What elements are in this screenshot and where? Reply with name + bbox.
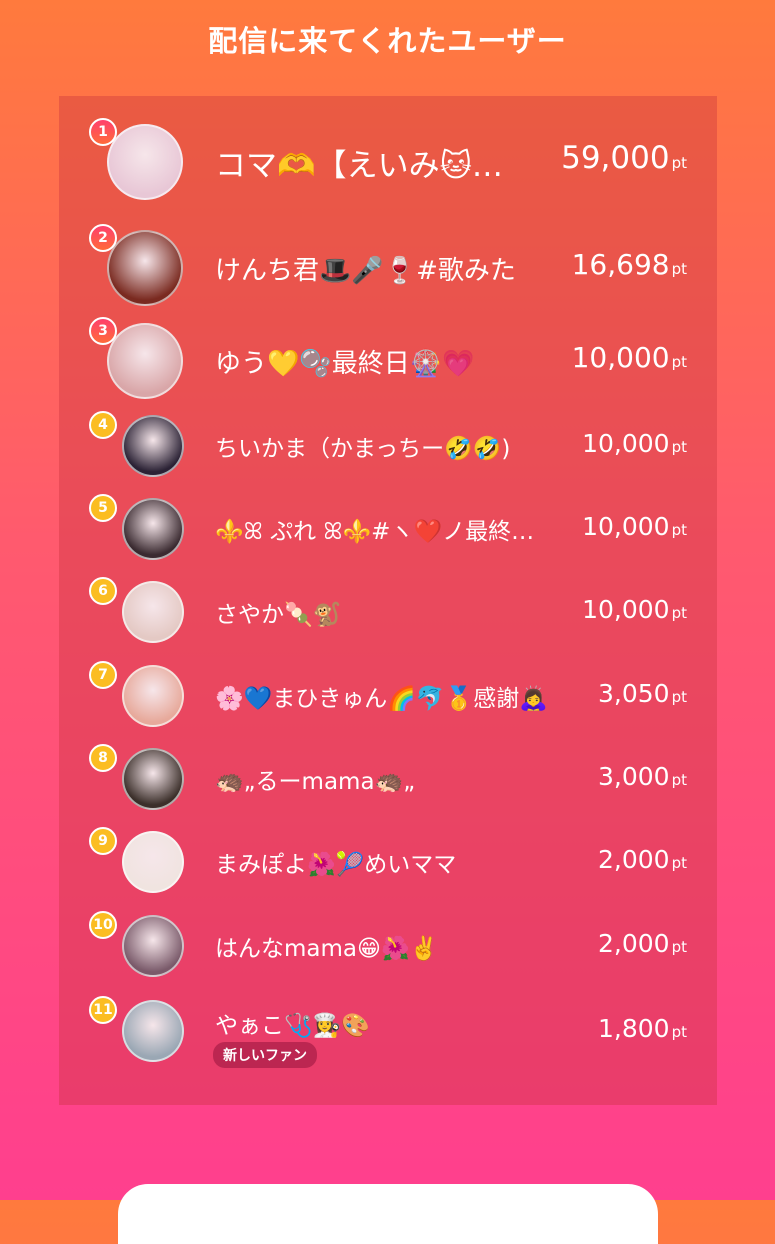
points-unit: pt <box>671 154 687 172</box>
new-fan-badge: 新しいファン <box>213 1042 317 1068</box>
rank-badge: 1 <box>89 118 117 146</box>
points-unit: pt <box>671 1023 687 1041</box>
points-value: 1,800 pt <box>598 1014 687 1043</box>
points-value: 3,000 pt <box>598 762 687 791</box>
user-avatar[interactable] <box>122 748 184 810</box>
user-avatar[interactable] <box>122 831 184 893</box>
points-value: 16,698 pt <box>572 248 687 281</box>
user-avatar[interactable] <box>122 915 184 977</box>
user-name: けんち君🎩🎤🍷#歌みた <box>215 256 516 286</box>
user-ranking-list: 1 コマ🫶【えいみ🐱… 59,000 pt 2 けんち君🎩🎤🍷#歌みた 16,698 pt 3 ゆ… <box>59 96 717 1105</box>
points-value: 59,000 pt <box>561 140 687 176</box>
user-name: はんなmama😁🌺✌️ <box>215 936 439 962</box>
points-unit: pt <box>671 771 687 789</box>
user-name: さやか🍡🐒 <box>215 602 342 628</box>
user-name: まみぽよ🌺🎾めいママ <box>215 852 457 878</box>
user-row[interactable]: 5 ⚜️ꕤ ぷれ ꕤ⚜️#ヽ❤️ノ最終日🤍 10,000 pt <box>59 494 717 564</box>
user-row[interactable]: 7 🌸💙まひきゅん🌈🐬🥇感謝🙇‍♀️ 3,050 pt <box>59 661 717 731</box>
user-avatar[interactable] <box>122 1000 184 1062</box>
user-row[interactable]: 8 🦔„るーmama🦔„ 3,000 pt <box>59 744 717 814</box>
points-unit: pt <box>671 438 687 456</box>
points-number: 10,000 <box>582 595 670 624</box>
points-unit: pt <box>671 260 687 278</box>
points-unit: pt <box>671 604 687 622</box>
user-row[interactable]: 6 さやか🍡🐒 10,000 pt <box>59 577 717 647</box>
rank-badge: 7 <box>89 661 117 689</box>
rank-badge: 2 <box>89 224 117 252</box>
points-value: 2,000 pt <box>598 845 687 874</box>
user-name: ⚜️ꕤ ぷれ ꕤ⚜️#ヽ❤️ノ最終日🤍 <box>215 519 555 545</box>
rank-badge: 4 <box>89 411 117 439</box>
points-unit: pt <box>671 353 687 371</box>
points-unit: pt <box>671 521 687 539</box>
points-value: 10,000 pt <box>582 512 687 541</box>
rank-badge: 6 <box>89 577 117 605</box>
points-number: 3,050 <box>598 679 670 708</box>
points-number: 1,800 <box>598 1014 670 1043</box>
user-row[interactable]: 3 ゆう💛🫧最終日🎡💗 10,000 pt <box>59 317 717 405</box>
page-title: 配信に来てくれたユーザー <box>208 24 567 58</box>
user-row[interactable]: 1 コマ🫶【えいみ🐱… 59,000 pt <box>59 118 717 206</box>
points-number: 10,000 <box>582 512 670 541</box>
points-value: 10,000 pt <box>572 341 687 374</box>
user-avatar[interactable] <box>107 230 183 306</box>
points-number: 3,000 <box>598 762 670 791</box>
user-name: ゆう💛🫧最終日🎡💗 <box>215 349 475 379</box>
points-number: 2,000 <box>598 929 670 958</box>
rank-badge: 3 <box>89 317 117 345</box>
user-name: 🌸💙まひきゅん🌈🐬🥇感謝🙇‍♀️ <box>215 686 548 712</box>
user-avatar[interactable] <box>122 665 184 727</box>
user-avatar[interactable] <box>107 323 183 399</box>
points-value: 10,000 pt <box>582 595 687 624</box>
points-value: 2,000 pt <box>598 929 687 958</box>
user-name: 🦔„るーmama🦔„ <box>215 769 416 795</box>
points-number: 10,000 <box>582 429 670 458</box>
points-value: 10,000 pt <box>582 429 687 458</box>
user-name: やぁこ🩺👩‍🍳🎨 <box>215 1013 370 1039</box>
user-row[interactable]: 2 けんち君🎩🎤🍷#歌みた 16,698 pt <box>59 224 717 312</box>
rank-badge: 11 <box>89 996 117 1024</box>
points-number: 16,698 <box>571 248 670 281</box>
user-avatar[interactable] <box>122 415 184 477</box>
user-name: ちいかま（かまっちー🤣🤣) <box>215 436 511 462</box>
user-row[interactable]: 9 まみぽよ🌺🎾めいママ 2,000 pt <box>59 827 717 897</box>
user-avatar[interactable] <box>107 124 183 200</box>
bottom-action-card[interactable] <box>118 1184 658 1244</box>
rank-badge: 8 <box>89 744 117 772</box>
points-value: 3,050 pt <box>598 679 687 708</box>
points-unit: pt <box>671 938 687 956</box>
rank-badge: 5 <box>89 494 117 522</box>
points-number: 10,000 <box>571 341 670 374</box>
points-unit: pt <box>671 854 687 872</box>
rank-badge: 10 <box>89 911 117 939</box>
points-number: 2,000 <box>598 845 670 874</box>
user-row[interactable]: 11 やぁこ🩺👩‍🍳🎨 1,800 pt 新しいファン <box>59 996 717 1068</box>
points-number: 59,000 <box>561 140 670 176</box>
points-unit: pt <box>671 688 687 706</box>
user-avatar[interactable] <box>122 581 184 643</box>
user-row[interactable]: 4 ちいかま（かまっちー🤣🤣) 10,000 pt <box>59 411 717 481</box>
user-row[interactable]: 10 はんなmama😁🌺✌️ 2,000 pt <box>59 911 717 981</box>
user-name: コマ🫶【えいみ🐱… <box>215 148 503 184</box>
rank-badge: 9 <box>89 827 117 855</box>
user-avatar[interactable] <box>122 498 184 560</box>
